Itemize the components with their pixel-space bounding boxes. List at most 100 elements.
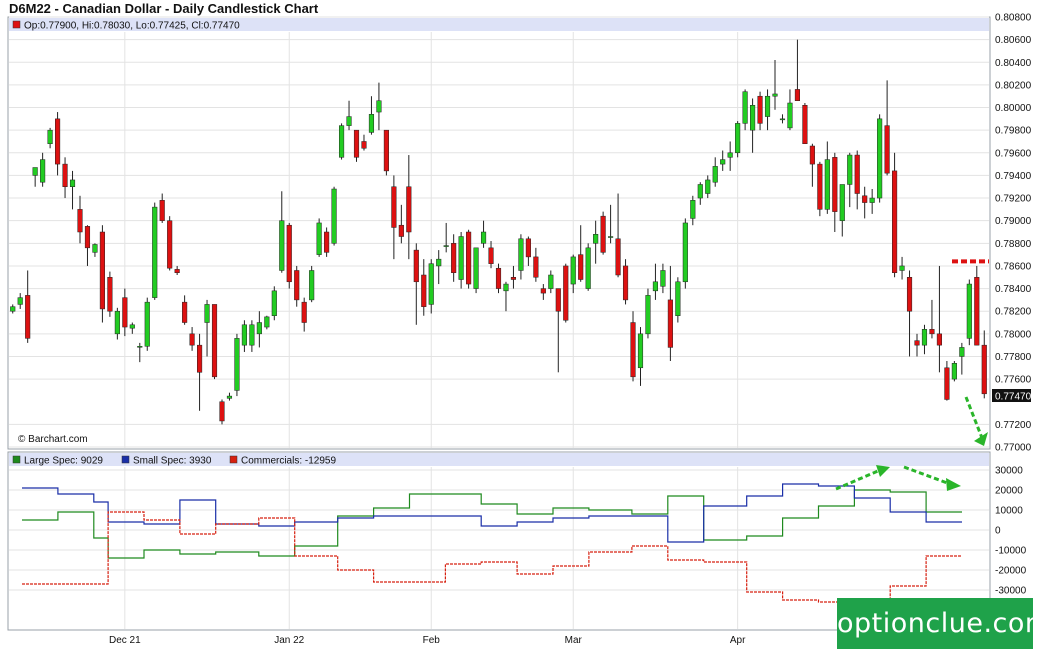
candle-body bbox=[137, 346, 143, 348]
cot-tick-label: 30000 bbox=[995, 466, 1023, 477]
candle bbox=[286, 222, 292, 289]
candle-body bbox=[779, 118, 786, 121]
candle bbox=[974, 265, 980, 346]
candle-body bbox=[421, 274, 427, 307]
candle-body bbox=[906, 277, 913, 312]
candle bbox=[466, 229, 472, 289]
candle-body bbox=[398, 224, 404, 237]
price-tick-label: 0.78800 bbox=[995, 239, 1032, 250]
candle-body bbox=[480, 231, 487, 244]
candle-body bbox=[720, 159, 726, 165]
candle-body bbox=[436, 258, 442, 267]
candle-body bbox=[376, 100, 382, 113]
candle-body bbox=[600, 215, 606, 253]
candle-body bbox=[406, 186, 412, 233]
price-tick-label: 0.79800 bbox=[995, 126, 1032, 137]
candle-body bbox=[391, 186, 397, 228]
price-tick-label: 0.77200 bbox=[995, 420, 1032, 431]
candle-body bbox=[204, 304, 210, 323]
candle-body bbox=[966, 283, 972, 339]
candle-body bbox=[936, 333, 942, 346]
candle bbox=[107, 271, 113, 317]
candle-body bbox=[286, 224, 292, 283]
candle-body bbox=[869, 197, 875, 203]
candle bbox=[645, 288, 651, 339]
price-tick-label: 0.80200 bbox=[995, 80, 1032, 91]
candle-body bbox=[383, 129, 389, 172]
candle-body bbox=[99, 231, 105, 310]
candle-body bbox=[458, 236, 464, 280]
candle-body bbox=[622, 265, 629, 301]
candle-body bbox=[17, 297, 23, 305]
cot-tick-label: -30000 bbox=[995, 586, 1027, 597]
candle bbox=[167, 216, 173, 271]
candle-body bbox=[92, 244, 98, 253]
candle bbox=[152, 202, 158, 300]
price-tick-label: 0.78400 bbox=[995, 284, 1032, 295]
chart-svg: Op:0.77900, Hi:0.78030, Lo:0.77425, Cl:0… bbox=[7, 13, 1032, 646]
candle-body bbox=[495, 267, 502, 289]
candle-body bbox=[593, 234, 599, 244]
candle bbox=[622, 259, 629, 305]
candle-body bbox=[413, 249, 419, 283]
legend-large-spec: Large Spec: 9029 bbox=[24, 456, 103, 467]
candle-body bbox=[824, 159, 830, 210]
candle bbox=[585, 243, 591, 291]
candle-body bbox=[944, 367, 950, 400]
candle bbox=[966, 279, 972, 346]
candle-body bbox=[839, 184, 845, 221]
candle-body bbox=[959, 347, 965, 357]
candle-body bbox=[675, 281, 681, 316]
candle-body bbox=[981, 344, 987, 395]
candle-body bbox=[772, 93, 778, 97]
x-tick-label: Jan 22 bbox=[274, 635, 304, 646]
x-tick-label: Feb bbox=[423, 635, 441, 646]
candle bbox=[817, 161, 823, 217]
candle bbox=[331, 186, 337, 246]
candle-body bbox=[144, 301, 150, 347]
candle-body bbox=[518, 238, 524, 271]
candle-body bbox=[570, 256, 576, 285]
candle-body bbox=[914, 340, 920, 346]
candle-body bbox=[473, 247, 479, 289]
candle bbox=[735, 121, 741, 158]
price-panel: Op:0.77900, Hi:0.78030, Lo:0.77425, Cl:0… bbox=[7, 13, 1032, 454]
candle bbox=[563, 263, 569, 323]
price-tick-label: 0.80800 bbox=[995, 13, 1032, 24]
candle-body bbox=[540, 288, 546, 294]
candle-body bbox=[899, 265, 905, 271]
candle-body bbox=[884, 125, 890, 174]
candle-body bbox=[630, 322, 636, 378]
candle-body bbox=[324, 231, 330, 253]
candle-body bbox=[794, 89, 800, 101]
candle-body bbox=[331, 188, 337, 244]
candle-body bbox=[271, 290, 277, 316]
candle bbox=[495, 263, 502, 294]
candle-body bbox=[533, 256, 539, 278]
candle-body bbox=[62, 163, 68, 187]
ohlc-readout: Op:0.77900, Hi:0.78030, Lo:0.77425, Cl:0… bbox=[24, 21, 240, 32]
x-tick-label: Apr bbox=[730, 635, 746, 646]
watermark-banner: optionclue.com bbox=[837, 598, 1037, 649]
candle-body bbox=[645, 295, 651, 335]
price-tick-label: 0.77000 bbox=[995, 443, 1032, 454]
x-tick-label: Dec 21 bbox=[109, 635, 141, 646]
price-tick-label: 0.79600 bbox=[995, 148, 1032, 159]
candle-body bbox=[690, 200, 696, 219]
cot-tick-label: -10000 bbox=[995, 546, 1027, 557]
candle-body bbox=[615, 238, 621, 276]
candle-body bbox=[525, 238, 531, 258]
candle bbox=[271, 286, 277, 321]
price-tick-label: 0.78200 bbox=[995, 307, 1032, 318]
candle-body bbox=[294, 270, 300, 301]
candle-body bbox=[159, 200, 165, 221]
candle-body bbox=[712, 166, 718, 183]
candle-body bbox=[107, 277, 113, 312]
candle-body bbox=[428, 263, 434, 305]
candle-body bbox=[129, 324, 135, 329]
candle-body bbox=[84, 226, 91, 249]
candle-body bbox=[353, 129, 360, 158]
price-tick-label: 0.80000 bbox=[995, 103, 1032, 114]
price-tick-label: 0.78600 bbox=[995, 261, 1032, 272]
legend-small-spec: Small Spec: 3930 bbox=[133, 456, 212, 467]
